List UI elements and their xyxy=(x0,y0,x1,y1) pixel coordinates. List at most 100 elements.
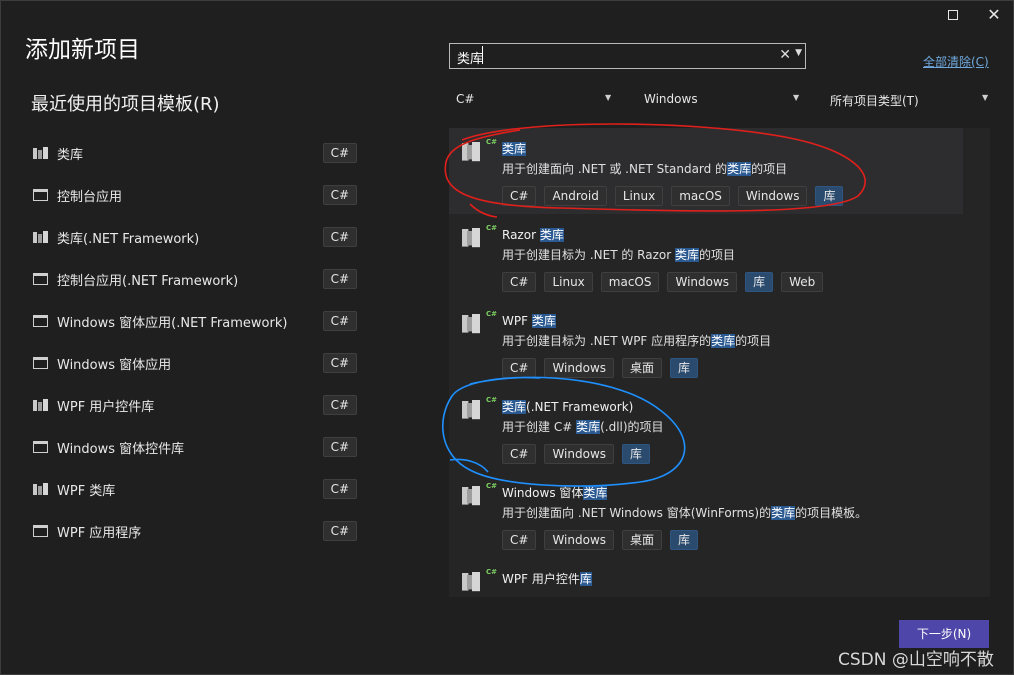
recent-template-label: Windows 窗体应用 xyxy=(57,357,172,373)
template-title: WPF 类库 xyxy=(502,312,556,329)
recent-template-label: Windows 窗体控件库 xyxy=(57,441,185,457)
recent-template-label: WPF 应用程序 xyxy=(57,525,142,541)
recent-template-label: WPF 用户控件库 xyxy=(57,399,155,415)
template-result-item[interactable]: C# Windows 窗体类库 用于创建面向 .NET Windows 窗体(Win… xyxy=(449,472,990,558)
class-library-icon xyxy=(33,229,49,245)
search-match-highlight: 类库 xyxy=(576,420,601,434)
console-app-icon xyxy=(33,271,49,287)
title-text: WPF xyxy=(502,314,532,328)
template-description: 用于创建面向 .NET Windows 窗体(WinForms)的类库的项目模板… xyxy=(502,504,867,521)
template-result-item[interactable]: C# WPF 类库 用于创建目标为 .NET WPF 应用程序的类库的项目 C# Win… xyxy=(449,300,990,386)
template-tags: C# Windows 桌面库 xyxy=(502,358,699,378)
language-tag: C# xyxy=(322,185,357,205)
language-filter[interactable]: C# ▼ xyxy=(456,92,614,112)
search-input[interactable]: 类库 xyxy=(457,48,483,67)
recent-template-item[interactable]: 类库 C# xyxy=(28,132,368,174)
template-result-item[interactable]: C# 类库 用于创建面向 .NET 或 .NET Standard 的类库的项目 C#… xyxy=(449,128,963,214)
recent-template-label: WPF 类库 xyxy=(57,483,116,499)
template-description: 用于创建目标为 .NET 的 Razor 类库的项目 xyxy=(502,246,735,263)
template-tags: C# Linux macOS Windows 库 Web xyxy=(502,272,824,292)
recent-template-item[interactable]: Windows 窗体控件库 C# xyxy=(28,426,368,468)
template-tags: C# Windows 库 xyxy=(502,444,651,464)
project-type-filter[interactable]: 所有项目类型(T) ▼ xyxy=(830,92,990,112)
template-result-item[interactable]: C# Razor 类库 用于创建目标为 .NET 的 Razor 类库的项目 C# Li… xyxy=(449,214,990,300)
platform-filter[interactable]: Windows ▼ xyxy=(644,92,802,112)
language-tag: C# xyxy=(322,143,357,163)
search-match-highlight: 类库 xyxy=(583,486,608,500)
description-text: 的项目 xyxy=(735,334,772,348)
platform-filter-value: Windows xyxy=(644,92,698,106)
template-result-item[interactable]: C# WPF 用户控件库 xyxy=(449,558,990,597)
recent-template-label: Windows 窗体应用(.NET Framework) xyxy=(57,315,288,331)
recent-template-item[interactable]: Windows 窗体应用 C# xyxy=(28,342,368,384)
clear-search-icon[interactable]: ✕ xyxy=(779,47,791,63)
title-text: WPF 用户控件 xyxy=(502,572,580,586)
template-tag: Linux xyxy=(614,186,664,206)
title-text: (.NET Framework) xyxy=(526,400,634,414)
chevron-down-icon: ▼ xyxy=(982,93,989,102)
recent-template-item[interactable]: WPF 用户控件库 C# xyxy=(28,384,368,426)
search-match-highlight: 类库 xyxy=(727,162,752,176)
template-tag: macOS xyxy=(671,186,730,206)
search-history-dropdown-icon[interactable]: ▼ xyxy=(795,48,802,58)
template-tag: C# xyxy=(502,358,537,378)
recent-template-item[interactable]: 控制台应用(.NET Framework) C# xyxy=(28,258,368,300)
template-tags: C# Windows 桌面库 xyxy=(502,530,699,550)
template-description: 用于创建 C# 类库(.dll)的项目 xyxy=(502,418,664,435)
clear-all-link[interactable]: 全部清除(C) xyxy=(923,53,989,70)
results-scrollbar[interactable] xyxy=(963,128,990,597)
recent-template-label: 控制台应用(.NET Framework) xyxy=(57,273,239,289)
language-tag: C# xyxy=(322,521,357,541)
wpf-library-icon xyxy=(33,481,49,497)
next-button[interactable]: 下一步(N) xyxy=(899,620,989,648)
class-library-icon xyxy=(33,145,49,161)
search-match-highlight: 类库 xyxy=(539,228,564,242)
description-text: 用于创建目标为 .NET WPF 应用程序的 xyxy=(502,334,712,348)
template-tag: macOS xyxy=(600,272,660,292)
maximize-icon xyxy=(948,10,958,20)
template-tag: 库 xyxy=(670,530,699,550)
recent-template-item[interactable]: 控制台应用 C# xyxy=(28,174,368,216)
description-text: (.dll)的项目 xyxy=(600,420,664,434)
language-tag: C# xyxy=(322,395,357,415)
recent-template-item[interactable]: 类库(.NET Framework) C# xyxy=(28,216,368,258)
template-tag: Android xyxy=(544,186,607,206)
recent-templates-heading: 最近使用的项目模板(R) xyxy=(31,94,220,115)
language-tag: C# xyxy=(322,437,357,457)
description-text: 的项目 xyxy=(698,248,735,262)
template-tag: C# xyxy=(502,186,537,206)
template-tag: 库 xyxy=(745,272,774,292)
template-tag: Windows xyxy=(544,530,615,550)
search-match-highlight: 类库 xyxy=(502,400,527,414)
template-tag: Windows xyxy=(544,358,615,378)
dialog-title: 添加新项目 xyxy=(25,37,140,63)
template-title: Windows 窗体类库 xyxy=(502,484,608,501)
recent-template-label: 类库(.NET Framework) xyxy=(57,231,200,247)
windows-form-icon xyxy=(33,355,49,371)
recent-template-item[interactable]: WPF 类库 C# xyxy=(28,468,368,510)
close-icon: ✕ xyxy=(987,5,1001,24)
language-tag: C# xyxy=(322,227,357,247)
template-result-item[interactable]: C# 类库(.NET Framework) 用于创建 C# 类库(.dll)的项目 C… xyxy=(449,386,990,472)
template-tag: Linux xyxy=(544,272,593,292)
template-results-list: C# 类库 用于创建面向 .NET 或 .NET Standard 的类库的项目 C#… xyxy=(449,128,990,597)
description-text: 用于创建目标为 .NET 的 Razor xyxy=(502,248,675,262)
windows-form-icon xyxy=(33,313,49,329)
class-library-icon: C# xyxy=(462,396,497,430)
template-title: Razor 类库 xyxy=(502,226,564,243)
template-tags: C# Android Linux macOS Windows 库 xyxy=(502,186,844,206)
wpf-app-icon xyxy=(33,523,49,539)
recent-template-item[interactable]: WPF 应用程序 C# xyxy=(28,510,368,552)
search-match-highlight: 类库 xyxy=(502,142,527,156)
close-button[interactable]: ✕ xyxy=(976,4,1012,26)
recent-template-item[interactable]: Windows 窗体应用(.NET Framework) C# xyxy=(28,300,368,342)
search-match-highlight: 类库 xyxy=(771,506,796,520)
maximize-button[interactable] xyxy=(935,4,971,26)
description-text: 用于创建 C# xyxy=(502,420,577,434)
console-app-icon xyxy=(33,187,49,203)
search-box[interactable]: 类库 ✕ ▼ xyxy=(449,43,806,69)
template-tag: Windows xyxy=(667,272,738,292)
template-tag: 库 xyxy=(670,358,699,378)
template-tag: 桌面 xyxy=(622,358,663,378)
text-caret xyxy=(482,46,483,64)
